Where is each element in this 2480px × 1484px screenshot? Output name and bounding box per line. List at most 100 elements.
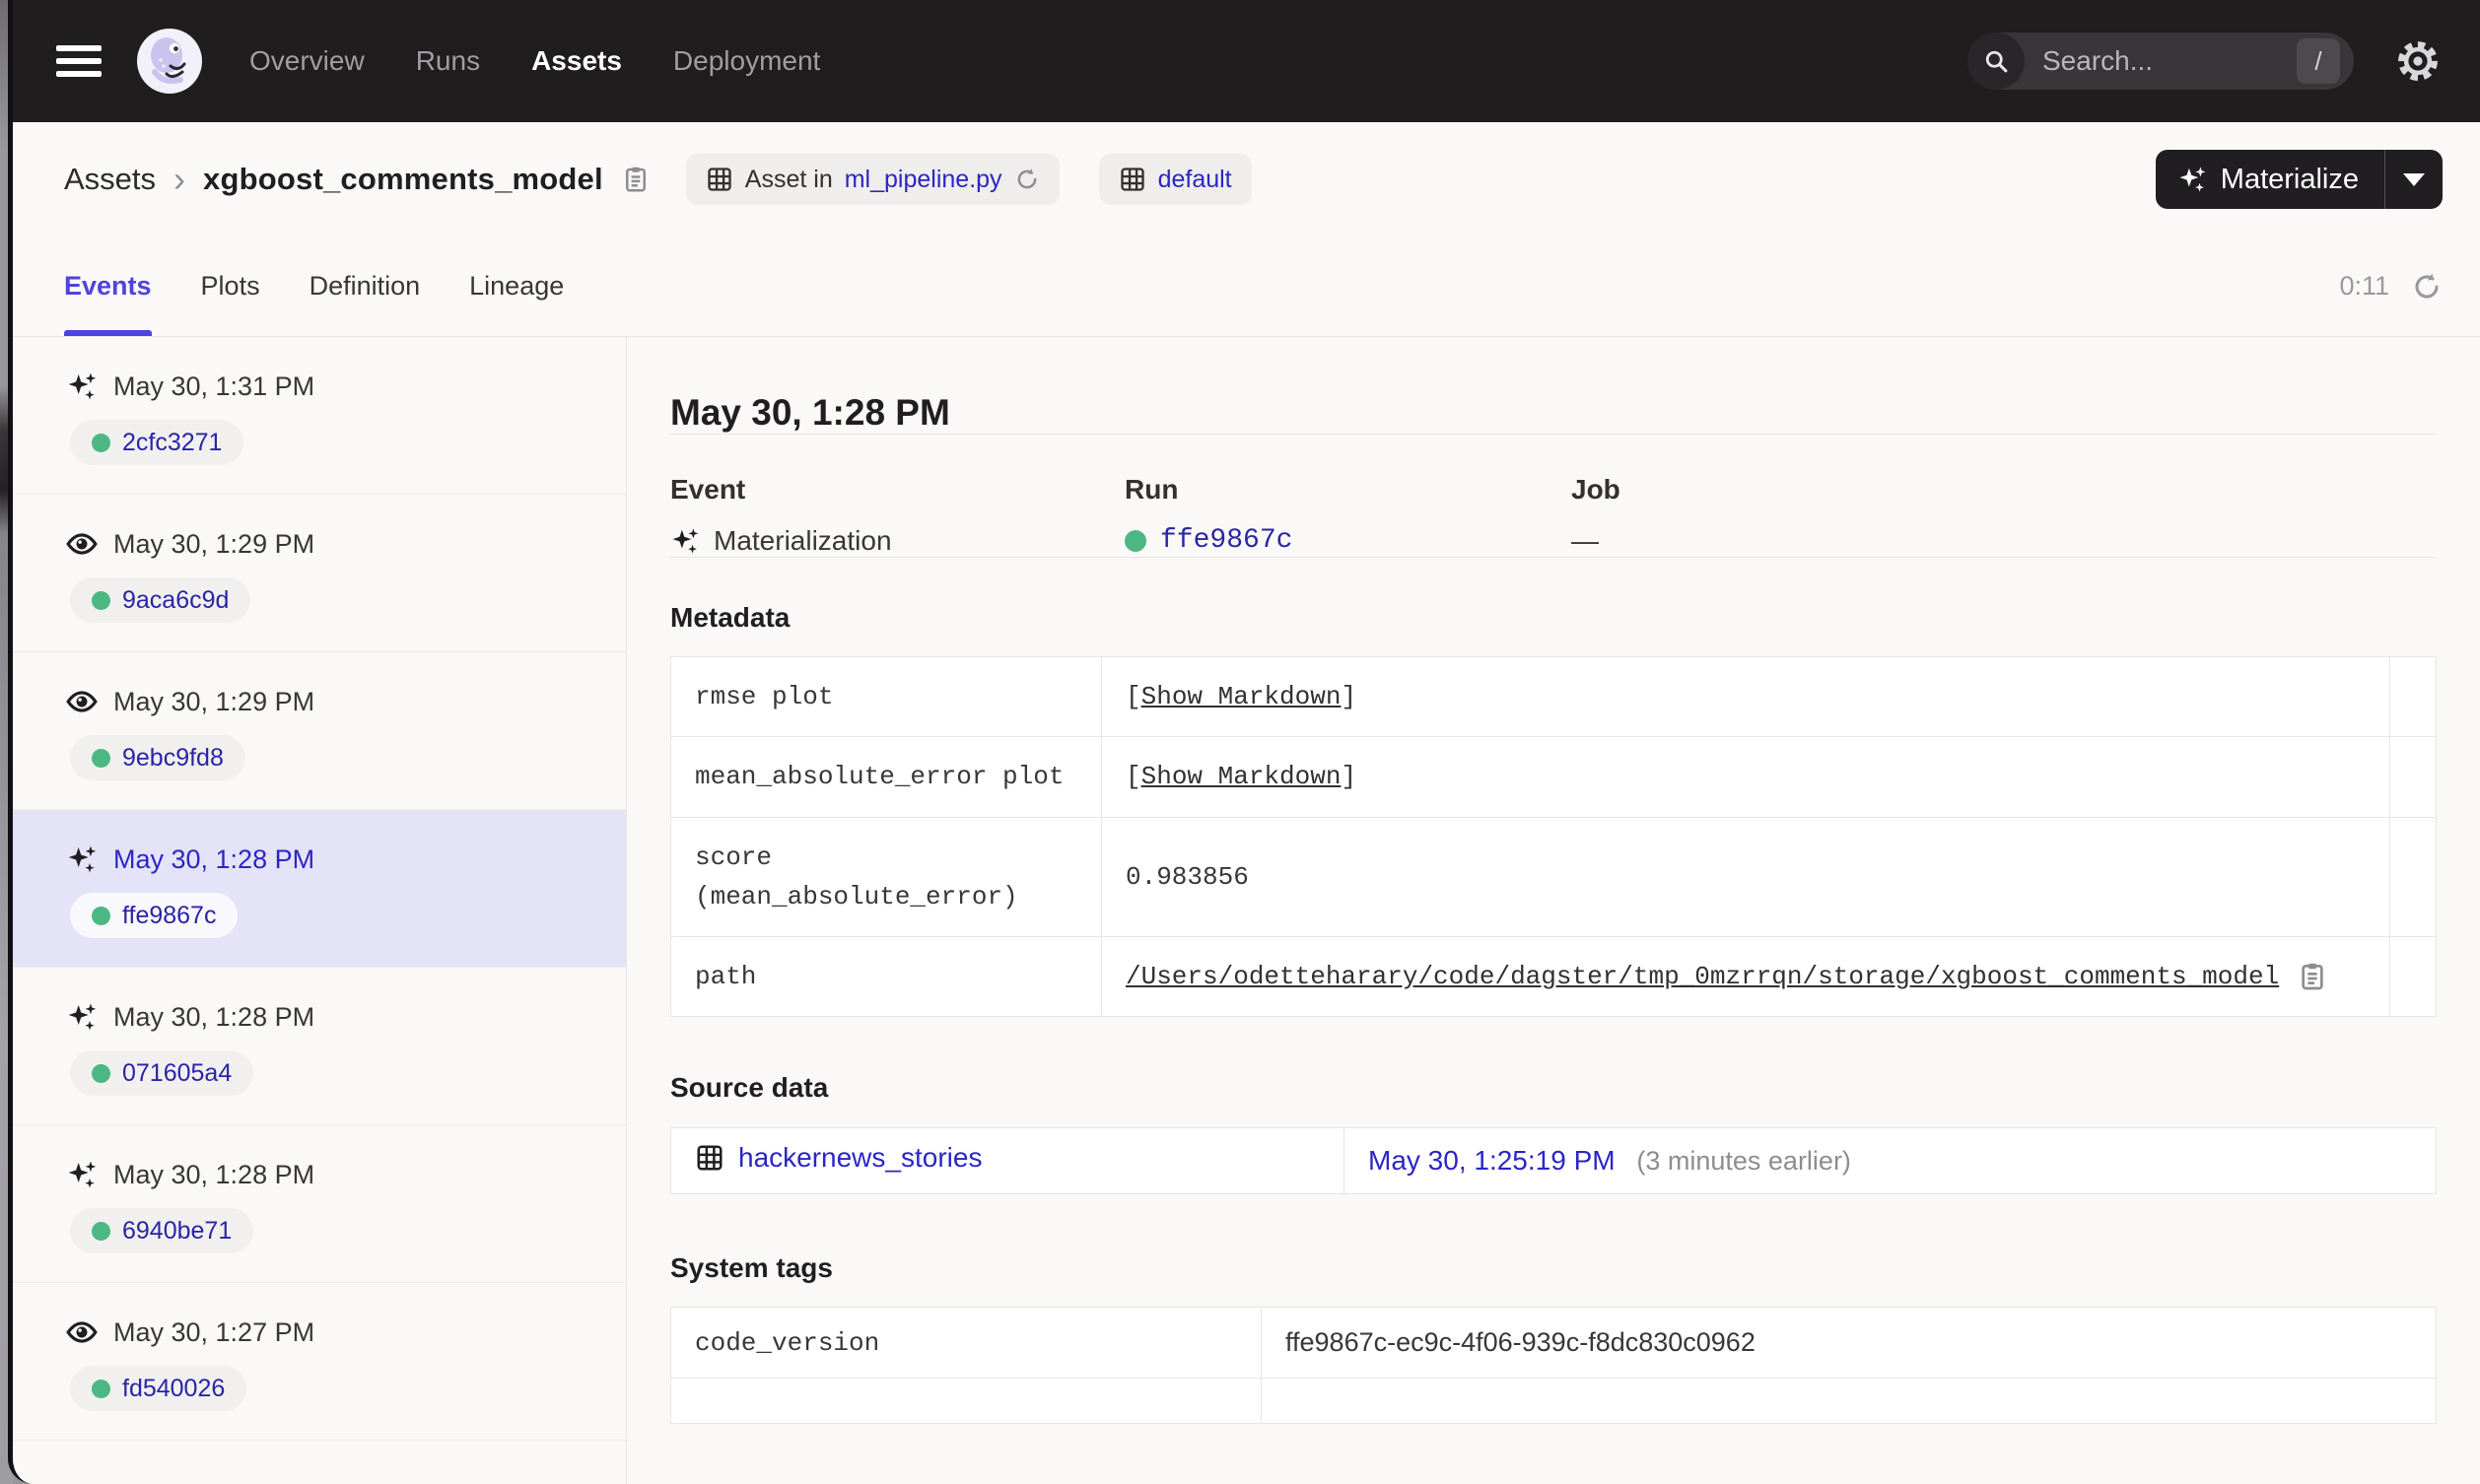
metadata-row: rmse plot [Show Markdown] (670, 655, 2437, 738)
materialize-options-button[interactable] (2385, 150, 2443, 209)
show-markdown-link[interactable]: Show Markdown (1141, 682, 1342, 711)
nav-item-overview[interactable]: Overview (249, 45, 365, 77)
metadata-section-title: Metadata (670, 602, 791, 633)
run-badge[interactable]: 6940be71 (70, 1208, 254, 1253)
tag-value: ffe9867c-ec9c-4f06-939c-f8dc830c0962 (1261, 1307, 2437, 1380)
run-badge[interactable]: 2cfc3271 (70, 420, 244, 465)
sparkle-icon (2177, 165, 2207, 194)
asset-tabs: Events Plots Definition Lineage 0:11 (13, 236, 2480, 337)
system-tag-row (670, 1378, 2437, 1425)
nav-item-assets[interactable]: Assets (531, 45, 622, 77)
run-id-link[interactable]: 9aca6c9d (122, 586, 229, 615)
event-list-item[interactable]: May 30, 1:29 PM 9ebc9fd8 (13, 652, 626, 810)
run-badge[interactable]: ffe9867c (70, 893, 239, 938)
run-id-link[interactable]: 071605a4 (122, 1059, 232, 1088)
materialize-button[interactable]: Materialize (2156, 164, 2384, 196)
run-status-dot (92, 1379, 110, 1398)
event-list-item[interactable]: May 30, 1:27 PM fd540026 (13, 1283, 626, 1441)
chevron-down-icon (2403, 172, 2425, 186)
run-status-dot (92, 1063, 110, 1083)
tab-events[interactable]: Events (64, 236, 152, 336)
event-timestamp: May 30, 1:27 PM (113, 1316, 315, 1347)
tab-definition[interactable]: Definition (310, 236, 421, 336)
event-timestamp: May 30, 1:28 PM (113, 1159, 315, 1189)
system-tag-row: code_version ffe9867c-ec9c-4f06-939c-f8d… (670, 1307, 2437, 1380)
run-status-dot (92, 590, 110, 610)
asset-grid-icon (706, 166, 733, 193)
relative-time-label: (3 minutes earlier) (1636, 1146, 1851, 1177)
job-value: — (1571, 525, 1599, 556)
search-input[interactable]: Search... / (1967, 33, 2354, 90)
app-window: Overview Runs Assets Deployment Search..… (8, 0, 2480, 1484)
asset-group-icon (1119, 166, 1146, 193)
event-list-item[interactable]: May 30, 1:28 PM ffe9867c (13, 810, 626, 968)
metadata-row: mean_absolute_error plot [Show Markdown] (670, 736, 2437, 818)
event-list-item[interactable]: May 30, 1:28 PM 6940be71 (13, 1125, 626, 1283)
run-badge[interactable]: fd540026 (70, 1366, 247, 1411)
job-column-label: Job (1571, 474, 1620, 505)
search-icon (1967, 33, 2025, 90)
nav-item-runs[interactable]: Runs (416, 45, 480, 77)
event-timestamp: May 30, 1:31 PM (113, 371, 315, 401)
run-badge[interactable]: 9aca6c9d (70, 577, 251, 623)
event-timestamp: May 30, 1:29 PM (113, 686, 315, 716)
event-timestamp: May 30, 1:28 PM (113, 1001, 315, 1032)
run-badge[interactable]: 9ebc9fd8 (70, 735, 245, 780)
run-id-link[interactable]: 9ebc9fd8 (122, 744, 224, 773)
refresh-countdown: 0:11 (2339, 271, 2389, 301)
event-list-item[interactable]: May 30, 1:28 PM 071605a4 (13, 968, 626, 1125)
event-list: May 30, 1:31 PM 2cfc3271 May 30, 1:29 PM (13, 337, 627, 1484)
event-list-item[interactable]: May 30, 1:29 PM 9aca6c9d (13, 495, 626, 652)
hamburger-menu-icon[interactable] (56, 45, 102, 77)
source-materialization-time-link[interactable]: May 30, 1:25:19 PM (1368, 1145, 1616, 1176)
materialize-label: Materialize (2220, 163, 2359, 195)
event-timestamp: May 30, 1:29 PM (113, 528, 315, 559)
sparkle-icon (670, 526, 700, 556)
event-list-item[interactable]: May 30, 1:31 PM 2cfc3271 (13, 337, 626, 495)
pipeline-file-link[interactable]: ml_pipeline.py (845, 166, 1002, 194)
source-data-row: hackernews_stories May 30, 1:25:19 PM (3… (670, 1127, 2437, 1195)
upstream-asset-link[interactable]: hackernews_stories (695, 1142, 982, 1174)
path-link[interactable]: /Users/odetteharary/code/dagster/tmp_0mz… (1126, 962, 2279, 991)
tab-plots[interactable]: Plots (201, 236, 260, 336)
metadata-value: [Show Markdown] (1101, 655, 2390, 738)
metadata-table: rmse plot [Show Markdown] mean_absolute_… (670, 655, 2437, 1018)
tab-lineage[interactable]: Lineage (469, 236, 564, 336)
run-id-link[interactable]: ffe9867c (1160, 525, 1292, 556)
gear-icon[interactable] (2395, 38, 2441, 84)
refresh-icon[interactable] (2411, 271, 2443, 303)
metadata-value: /Users/odetteharary/code/dagster/tmp_0mz… (1101, 936, 2390, 1018)
run-id-link[interactable]: 6940be71 (122, 1217, 232, 1246)
run-id-link[interactable]: 2cfc3271 (122, 429, 222, 457)
system-tags-table: code_version ffe9867c-ec9c-4f06-939c-f8d… (670, 1307, 2437, 1425)
breadcrumb-assets-link[interactable]: Assets (64, 162, 156, 197)
asset-group-link[interactable]: default (1158, 166, 1232, 194)
run-id-link[interactable]: ffe9867c (122, 902, 216, 930)
system-tags-section-title: System tags (670, 1252, 833, 1284)
run-status-dot (92, 1221, 110, 1241)
run-id-link[interactable]: fd540026 (122, 1375, 225, 1403)
eye-icon (66, 528, 98, 560)
dagster-logo[interactable] (137, 29, 202, 94)
event-detail-panel: May 30, 1:28 PM Event Materialization Ru… (627, 337, 2480, 1484)
metadata-key: score (mean_absolute_error) (670, 816, 1102, 938)
asset-grid-icon (695, 1143, 724, 1173)
metadata-key: mean_absolute_error plot (670, 736, 1102, 818)
copy-asset-name-button[interactable] (621, 165, 651, 194)
event-column-label: Event (670, 474, 746, 505)
asset-header: Assets › xgboost_comments_model Asset in… (13, 122, 2480, 236)
run-column-label: Run (1125, 474, 1179, 505)
reload-definition-icon[interactable] (1014, 167, 1040, 192)
metadata-key: path (670, 936, 1102, 1018)
run-status-dot (92, 906, 110, 925)
event-timestamp: May 30, 1:28 PM (113, 843, 315, 874)
copy-path-icon[interactable] (2297, 961, 2328, 992)
nav-item-deployment[interactable]: Deployment (673, 45, 820, 77)
run-status-dot (92, 433, 110, 452)
primary-nav: Overview Runs Assets Deployment (249, 45, 820, 77)
metadata-key: rmse plot (670, 655, 1102, 738)
show-markdown-link[interactable]: Show Markdown (1141, 762, 1342, 791)
run-badge[interactable]: 071605a4 (70, 1050, 254, 1096)
page-title: xgboost_comments_model (203, 162, 603, 196)
source-data-table: hackernews_stories May 30, 1:25:19 PM (3… (670, 1127, 2437, 1195)
